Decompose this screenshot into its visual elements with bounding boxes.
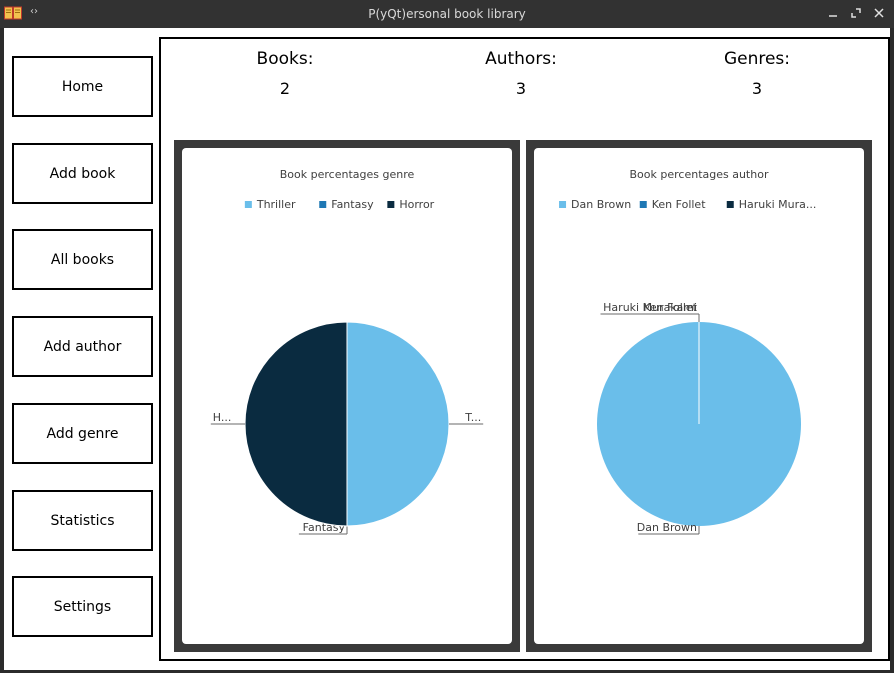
window-title: P(yQt)ersonal book library	[368, 7, 526, 21]
author-chart-card: Book percentages author Dan Brown Ken Foll…	[534, 148, 864, 644]
legend-marker-fantasy	[319, 201, 327, 208]
pie-slice-thriller	[346, 321, 450, 527]
all-books-button[interactable]: All books	[12, 229, 153, 290]
chart-title: Book percentages author	[630, 168, 769, 181]
home-button[interactable]: Home	[12, 56, 153, 117]
legend-label-ken-follet: Ken Follet	[652, 198, 706, 211]
legend-marker-dan-brown	[559, 201, 567, 208]
genre-chart-card: Book percentages genre Thriller Fantasy Hor…	[182, 148, 512, 644]
genre-chart-frame: Book percentages genre Thriller Fantasy Hor…	[174, 140, 520, 652]
add-genre-button[interactable]: Add genre	[12, 403, 153, 464]
authors-stat: Authors: 3	[441, 49, 601, 98]
legend-label-horror: Horror	[399, 198, 434, 211]
slice-label-haruki-mura: Haruki Murakami	[603, 301, 697, 314]
window-client: Home Add book All books Add author Add g…	[4, 28, 890, 670]
books-label: Books:	[256, 49, 314, 69]
legend-label-dan-brown: Dan Brown	[571, 198, 631, 211]
legend-marker-ken-follet	[639, 201, 647, 208]
statistics-button[interactable]: Statistics	[12, 490, 153, 551]
authors-count: 3	[515, 79, 527, 98]
close-icon[interactable]	[871, 5, 887, 21]
legend-marker-horror	[387, 201, 395, 208]
slice-label-horror: H...	[213, 411, 232, 424]
authors-label: Authors:	[485, 49, 557, 69]
genres-count: 3	[751, 79, 763, 98]
add-book-button[interactable]: Add book	[12, 143, 153, 204]
books-count: 2	[279, 79, 291, 98]
chart-title: Book percentages genre	[280, 168, 415, 181]
legend-label-thriller: Thriller	[256, 198, 296, 211]
genres-label: Genres:	[723, 49, 791, 69]
genre-pie-chart: Book percentages genre Thriller Fantasy Hor…	[210, 168, 484, 535]
maximize-icon[interactable]	[848, 5, 864, 21]
slice-label-dan-brown: Dan Brown	[637, 521, 697, 534]
title-bar: ‹› P(yQt)ersonal book library	[0, 0, 894, 28]
settings-button[interactable]: Settings	[12, 576, 153, 637]
genres-stat: Genres: 3	[677, 49, 837, 98]
pie-slice-horror	[244, 321, 348, 527]
author-chart-frame: Book percentages author Dan Brown Ken Foll…	[526, 140, 872, 652]
legend-marker-haruki-mura	[726, 201, 734, 208]
legend-label-haruki-mura: Haruki Mura...	[739, 198, 817, 211]
legend-label-fantasy: Fantasy	[331, 198, 374, 211]
statistics-panel: Books: 2 Authors: 3 Genres: 3 Book perce…	[159, 37, 890, 661]
add-author-button[interactable]: Add author	[12, 316, 153, 377]
slice-label-thriller: T...	[464, 411, 481, 424]
books-stat: Books: 2	[205, 49, 365, 98]
author-pie-chart: Book percentages author Dan Brown Ken Foll…	[559, 168, 817, 535]
legend-marker-thriller	[244, 201, 252, 208]
minimize-icon[interactable]	[825, 5, 841, 21]
